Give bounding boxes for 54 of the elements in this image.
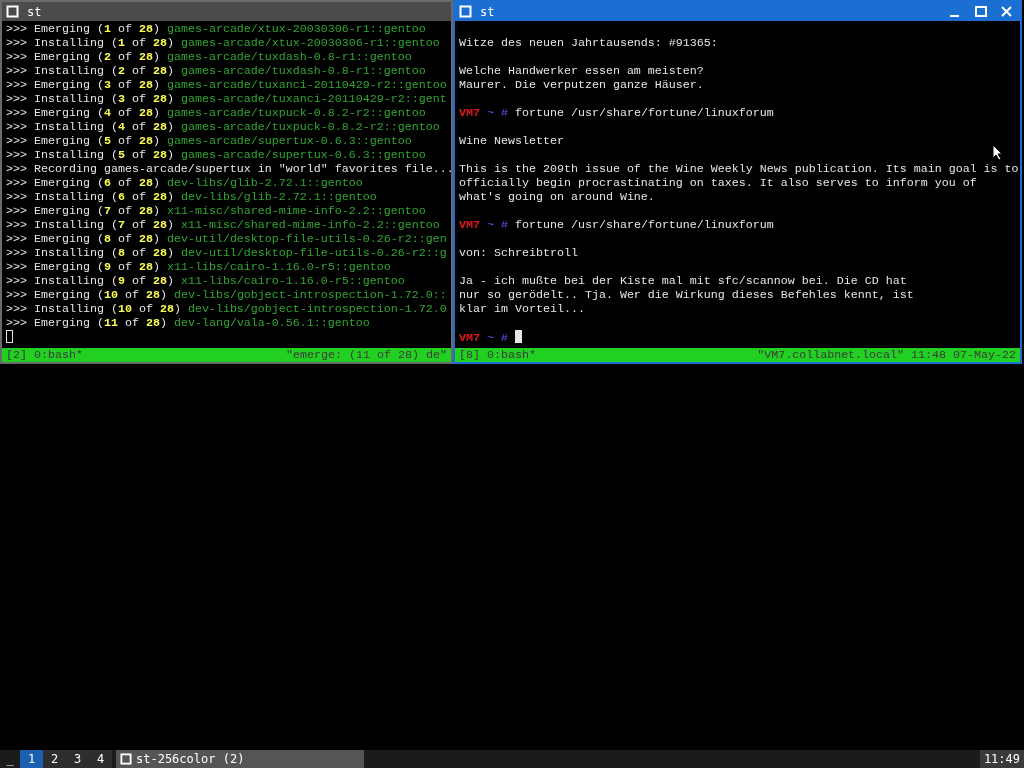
terminal-line: Maurer. Die verputzen ganze Häuser. (459, 78, 704, 92)
terminal-line: This is the 209th issue of the Wine Weekly News publication. Its main goal is to (459, 162, 1019, 176)
terminal-line: von: Schreibtroll (459, 246, 578, 260)
mouse-pointer-icon (992, 144, 1004, 161)
status-left: [8] 0:bash* (459, 348, 536, 362)
terminal-line: >>> Emerging (10 of 28) dev-libs/gobject-introspection-1.72.0:: (6, 288, 447, 302)
terminal-line: >>> Emerging (3 of 28) games-arcade/tuxanci-20110429-r2::gentoo (6, 78, 447, 92)
terminal-line: VM7 ~ # fortune /usr/share/fortune/linuxforum (459, 106, 774, 120)
terminal-line: Ja - ich mußte bei der Kiste mal mit sfc/scannow bei. Die CD hat (459, 274, 907, 288)
status-right: "VM7.collabnet.local" 11:48 07-May-22 (757, 348, 1016, 362)
workspace-button[interactable]: 2 (43, 750, 66, 768)
terminal-line: >>> Installing (2 of 28) games-arcade/tuxdash-0.8-r1::gentoo (6, 64, 426, 78)
terminal-line: >>> Emerging (7 of 28) x11-misc/shared-mime-info-2.2::gentoo (6, 204, 426, 218)
window-icon (459, 5, 472, 18)
terminal-line: >>> Emerging (2 of 28) games-arcade/tuxdash-0.8-r1::gentoo (6, 50, 412, 64)
status-right: "emerge: (11 of 28) de" (286, 348, 447, 362)
terminal-line: >>> Installing (3 of 28) games-arcade/tuxanci-20110429-r2::gent (6, 92, 447, 106)
terminal-line: >>> Installing (1 of 28) games-arcade/xtux-20030306-r1::gentoo (6, 36, 440, 50)
terminal-line: >>> Installing (7 of 28) x11-misc/shared-mime-info-2.2::gentoo (6, 218, 440, 232)
terminal-line: >>> Installing (8 of 28) dev-util/desktop-file-utils-0.26-r2::g (6, 246, 447, 260)
window-title: st (480, 4, 496, 19)
terminal-line: what's going on around Wine. (459, 190, 655, 204)
terminal-line: >>> Installing (4 of 28) games-arcade/tuxpuck-0.8.2-r2::gentoo (6, 120, 440, 134)
workspace-button[interactable]: 4 (89, 750, 112, 768)
terminal-line: >>> Installing (6 of 28) dev-libs/glib-2.72.1::gentoo (6, 190, 377, 204)
terminal-line: >>> Emerging (4 of 28) games-arcade/tuxpuck-0.8.2-r2::gentoo (6, 106, 426, 120)
clock: 11:49 (979, 750, 1024, 768)
terminal-line: klar im Vorteil... (459, 302, 585, 316)
terminal-line: >>> Recording games-arcade/supertux in "world" favorites file... (6, 162, 451, 176)
terminal-line: >>> Emerging (1 of 28) games-arcade/xtux-20030306-r1::gentoo (6, 22, 426, 36)
terminal-line: >>> Emerging (8 of 28) dev-util/desktop-file-utils-0.26-r2::gen (6, 232, 447, 246)
terminal-line: Witze des neuen Jahrtausends: #91365: (459, 36, 718, 50)
window-icon (120, 753, 132, 765)
terminal-line: >>> Installing (9 of 28) x11-libs/cairo-1.16.0-r5::gentoo (6, 274, 405, 288)
terminal-line: >>> Emerging (11 of 28) dev-lang/vala-0.56.1::gentoo (6, 316, 370, 330)
terminal-line: >>> Installing (10 of 28) dev-libs/gobject-introspection-1.72.0 (6, 302, 447, 316)
terminal-line: >>> Installing (5 of 28) games-arcade/supertux-0.6.3::gentoo (6, 148, 426, 162)
terminal-line: >>> Emerging (9 of 28) x11-libs/cairo-1.16.0-r5::gentoo (6, 260, 391, 274)
window-icon (6, 5, 19, 18)
terminal-line: officially begin procrastinating on taxes. It also serves to inform you of (459, 176, 977, 190)
terminal-line: VM7 ~ # fortune /usr/share/fortune/linuxforum (459, 218, 774, 232)
workspace-button[interactable]: 3 (66, 750, 89, 768)
window-title: st (27, 4, 43, 19)
terminal-line: Welche Handwerker essen am meisten? (459, 64, 704, 78)
terminal-line: nur so gerödelt.. Tja. Wer die Wirkung dieses Befehles kennt, ist (459, 288, 914, 302)
terminal-line: >>> Emerging (5 of 28) games-arcade/supertux-0.6.3::gentoo (6, 134, 412, 148)
terminal-line: >>> Emerging (6 of 28) dev-libs/glib-2.72.1::gentoo (6, 176, 363, 190)
maximize-button[interactable] (972, 3, 990, 20)
workspace-button[interactable]: 1 (20, 750, 43, 768)
terminal-line: Wine Newsletter (459, 134, 564, 148)
status-left: [2] 0:bash* (6, 348, 83, 362)
taskbar-task[interactable]: st-256color (2) (116, 750, 364, 768)
terminal-line: VM7 ~ # (459, 330, 522, 344)
show-desktop-button[interactable]: _ (0, 750, 20, 768)
